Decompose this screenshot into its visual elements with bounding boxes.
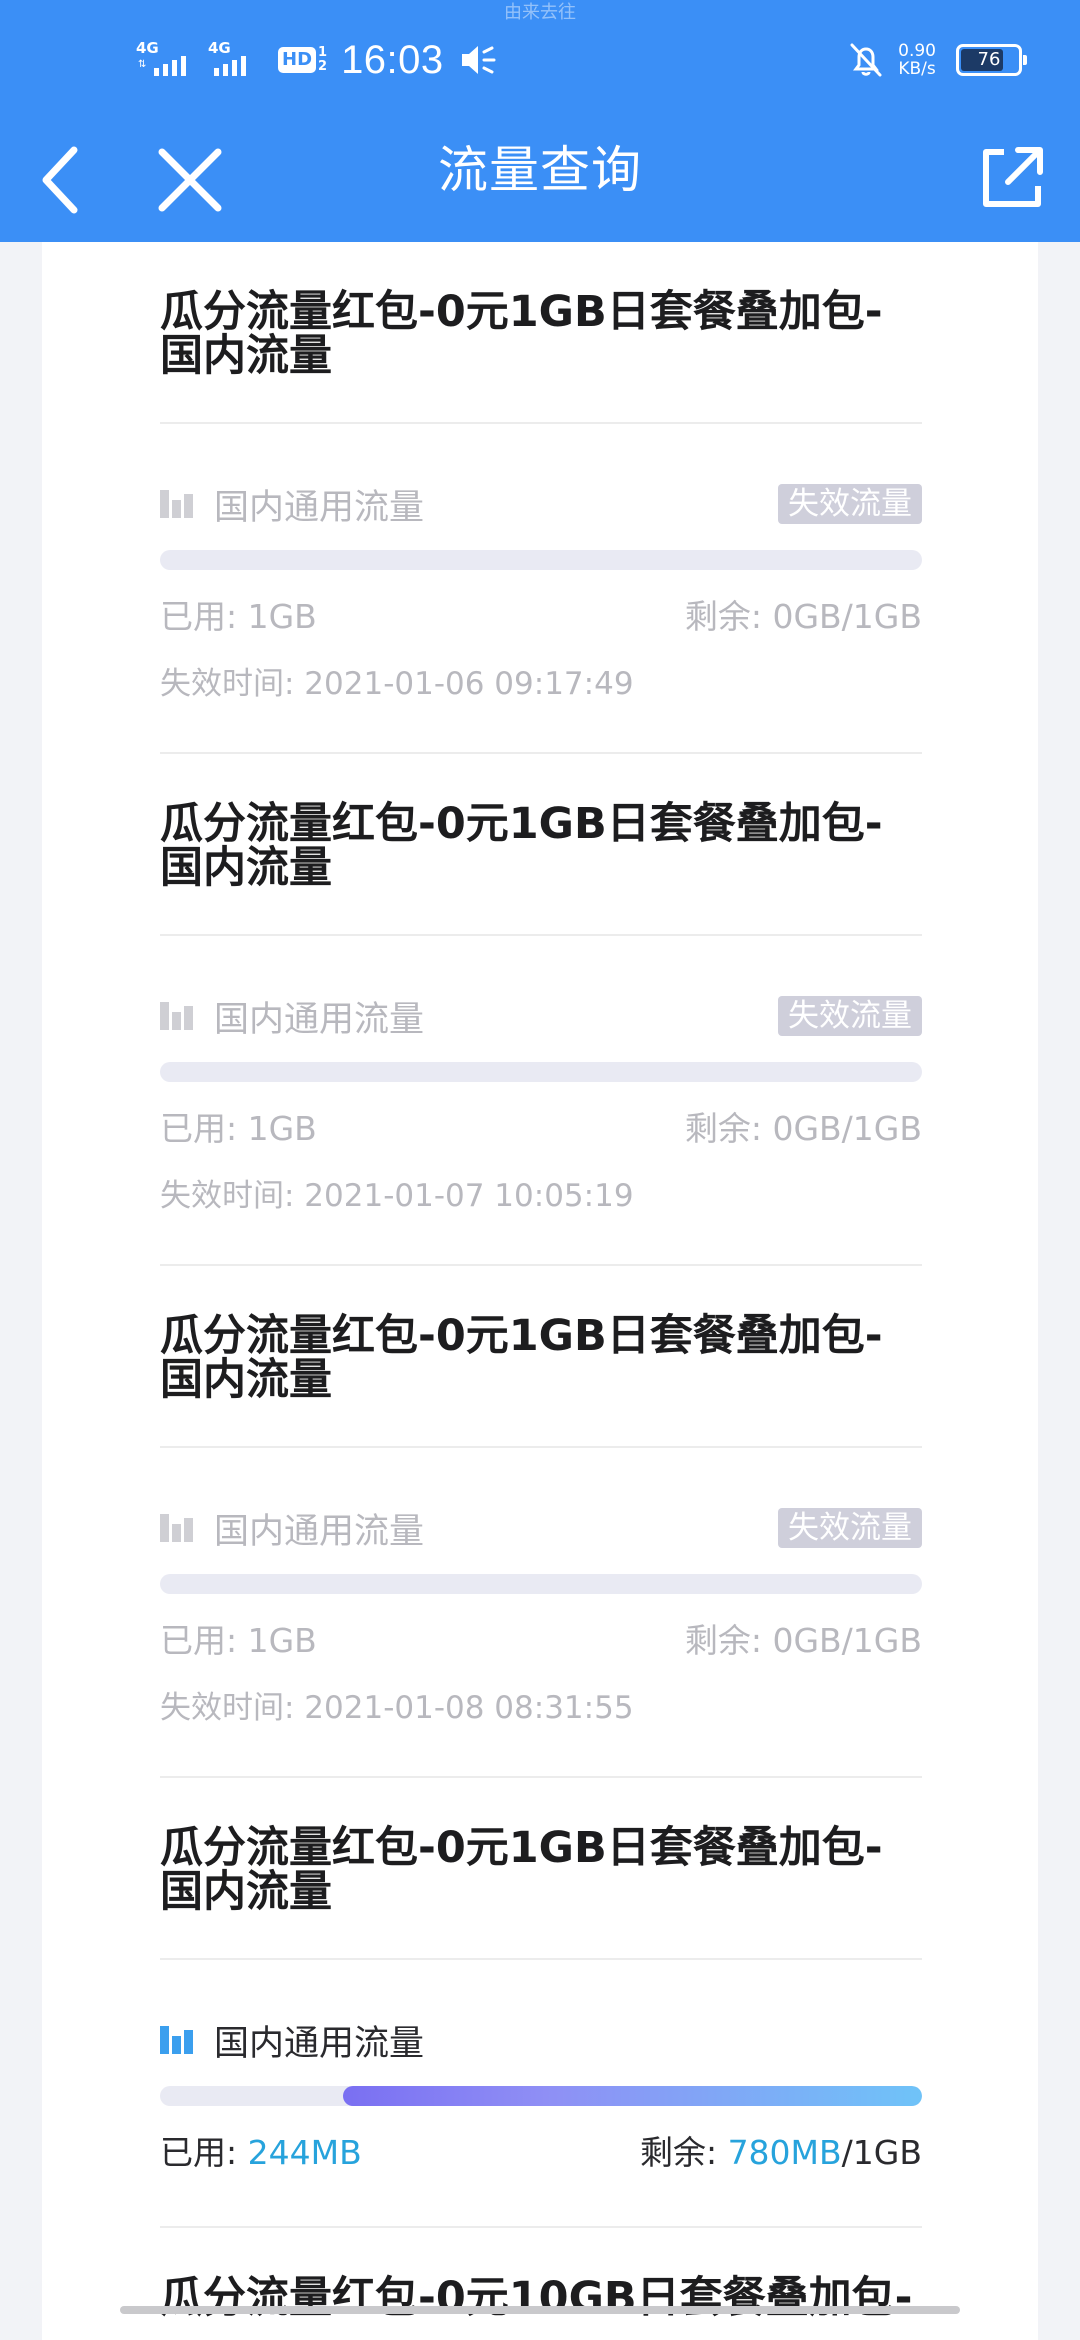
traffic-type-label: 国内通用流量 — [214, 1511, 425, 1552]
hd-voice-icon: HD 1 2 — [278, 46, 327, 74]
bar-chart-icon — [160, 1002, 194, 1030]
usage-header: 国内通用流量 — [160, 2010, 922, 2070]
usage-row: 已用: 244MB 剩余: 780MB/1GB — [160, 2128, 922, 2178]
package-divider — [160, 2178, 922, 2228]
status-time: 16:03 — [341, 38, 444, 82]
traffic-type-label: 国内通用流量 — [214, 2023, 425, 2064]
signal-bars — [154, 56, 186, 76]
share-icon[interactable] — [972, 138, 1052, 218]
package-item: 瓜分流量红包-0元1GB日套餐叠加包-国内流量 国内通用流量 已用: 244MB — [160, 1778, 922, 2228]
package-title: 瓜分流量红包-0元1GB日套餐叠加包-国内流量 — [160, 1778, 922, 1960]
used-amount: 已用: 244MB — [160, 2133, 362, 2172]
package-title: 瓜分流量红包-0元1GB日套餐叠加包-国内流量 — [160, 754, 922, 936]
content-scroll[interactable]: 瓜分流量红包-0元1GB日套餐叠加包-国内流量 国内通用流量 失效流量 已用: … — [0, 242, 1080, 2340]
package-title: 瓜分流量红包-0元10GB日套餐叠加包- — [160, 2273, 913, 2323]
package-body: 国内通用流量 失效流量 已用: 1GB 剩余: 0GB/1GB 失效时间: 20… — [160, 424, 922, 754]
progress-fill — [342, 2086, 922, 2106]
used-amount: 已用: 1GB — [160, 1621, 317, 1660]
usage-row: 已用: 1GB 剩余: 0GB/1GB — [160, 1104, 922, 1154]
gesture-navigation-bar[interactable] — [120, 2306, 960, 2314]
usage-progress-bar — [160, 1062, 922, 1082]
battery-level: 76 — [977, 49, 1001, 70]
status-bar: 4G ⇅ 4G HD 1 2 16:03 0.90 KB/s 76 — [0, 0, 1080, 120]
package-divider — [160, 1216, 922, 1266]
remaining-amount: 剩余: 0GB/1GB — [684, 1109, 922, 1148]
speed-value: 0.90 — [898, 41, 936, 61]
expired-badge: 失效流量 — [778, 996, 922, 1036]
package-list-card: 瓜分流量红包-0元1GB日套餐叠加包-国内流量 国内通用流量 失效流量 已用: … — [42, 242, 1038, 2340]
remaining-amount: 剩余: 0GB/1GB — [684, 597, 922, 636]
signal-icon: 4G — [206, 40, 264, 80]
bar-chart-icon — [160, 490, 194, 518]
network-type: 4G — [136, 39, 159, 57]
data-arrows-icon: ⇅ — [138, 59, 147, 70]
battery-icon: 76 — [956, 44, 1027, 76]
package-body: 国内通用流量 失效流量 已用: 1GB 剩余: 0GB/1GB 失效时间: 20… — [160, 1448, 922, 1778]
expire-time: 失效时间: 2021-01-06 09:17:49 — [160, 666, 634, 702]
signal-bars — [214, 56, 246, 76]
signal-icon: 4G ⇅ — [134, 40, 192, 80]
used-amount: 已用: 1GB — [160, 597, 317, 636]
speed-unit: KB/s — [898, 59, 936, 79]
package-title: 瓜分流量红包-0元1GB日套餐叠加包-国内流量 — [160, 242, 922, 424]
remaining-amount: 剩余: 780MB/1GB — [639, 2133, 922, 2172]
page-title: 流量查询 — [438, 141, 642, 199]
used-amount: 已用: 1GB — [160, 1109, 317, 1148]
app-header: 由来去往 4G ⇅ 4G HD 1 2 16:03 0.90 KB/s 76 流… — [0, 0, 1080, 242]
package-body: 国内通用流量 已用: 244MB 剩余: 780MB/1GB — [160, 1960, 922, 2228]
volume-icon — [461, 46, 496, 74]
package-item: 瓜分流量红包-0元10GB日套餐叠加包- — [160, 2228, 922, 2340]
package-item: 瓜分流量红包-0元1GB日套餐叠加包-国内流量 国内通用流量 失效流量 已用: … — [160, 242, 922, 754]
package-body: 国内通用流量 失效流量 已用: 1GB 剩余: 0GB/1GB 失效时间: 20… — [160, 936, 922, 1266]
package-divider — [160, 704, 922, 754]
expired-badge: 失效流量 — [778, 484, 922, 524]
expire-time: 失效时间: 2021-01-08 08:31:55 — [160, 1690, 634, 1726]
status-right: 0.90 KB/s 76 — [848, 38, 1027, 82]
usage-header: 国内通用流量 失效流量 — [160, 474, 922, 534]
hd-label: HD — [278, 47, 317, 73]
network-type: 4G — [208, 39, 231, 57]
package-item: 瓜分流量红包-0元1GB日套餐叠加包-国内流量 国内通用流量 失效流量 已用: … — [160, 754, 922, 1266]
mute-notification-icon — [850, 43, 882, 77]
usage-row: 已用: 1GB 剩余: 0GB/1GB — [160, 1616, 922, 1666]
hd-number: 1 2 — [318, 45, 328, 74]
network-speed: 0.90 KB/s — [898, 42, 936, 78]
usage-progress-bar — [160, 2086, 922, 2106]
package-item: 瓜分流量红包-0元1GB日套餐叠加包-国内流量 国内通用流量 失效流量 已用: … — [160, 1266, 922, 1778]
package-divider — [160, 1728, 922, 1778]
traffic-type-label: 国内通用流量 — [214, 999, 425, 1040]
usage-header: 国内通用流量 失效流量 — [160, 1498, 922, 1558]
remaining-amount: 剩余: 0GB/1GB — [684, 1621, 922, 1660]
expire-time: 失效时间: 2021-01-07 10:05:19 — [160, 1178, 634, 1214]
status-left: 4G ⇅ 4G HD 1 2 16:03 — [134, 32, 498, 88]
bar-chart-icon — [160, 2026, 194, 2054]
usage-row: 已用: 1GB 剩余: 0GB/1GB — [160, 592, 922, 642]
bar-chart-icon — [160, 1514, 194, 1542]
usage-progress-bar — [160, 550, 922, 570]
nav-bar: 流量查询 — [0, 120, 1080, 242]
traffic-type-label: 国内通用流量 — [214, 487, 425, 528]
package-title: 瓜分流量红包-0元1GB日套餐叠加包-国内流量 — [160, 1266, 922, 1448]
expired-badge: 失效流量 — [778, 1508, 922, 1548]
usage-progress-bar — [160, 1574, 922, 1594]
usage-header: 国内通用流量 失效流量 — [160, 986, 922, 1046]
